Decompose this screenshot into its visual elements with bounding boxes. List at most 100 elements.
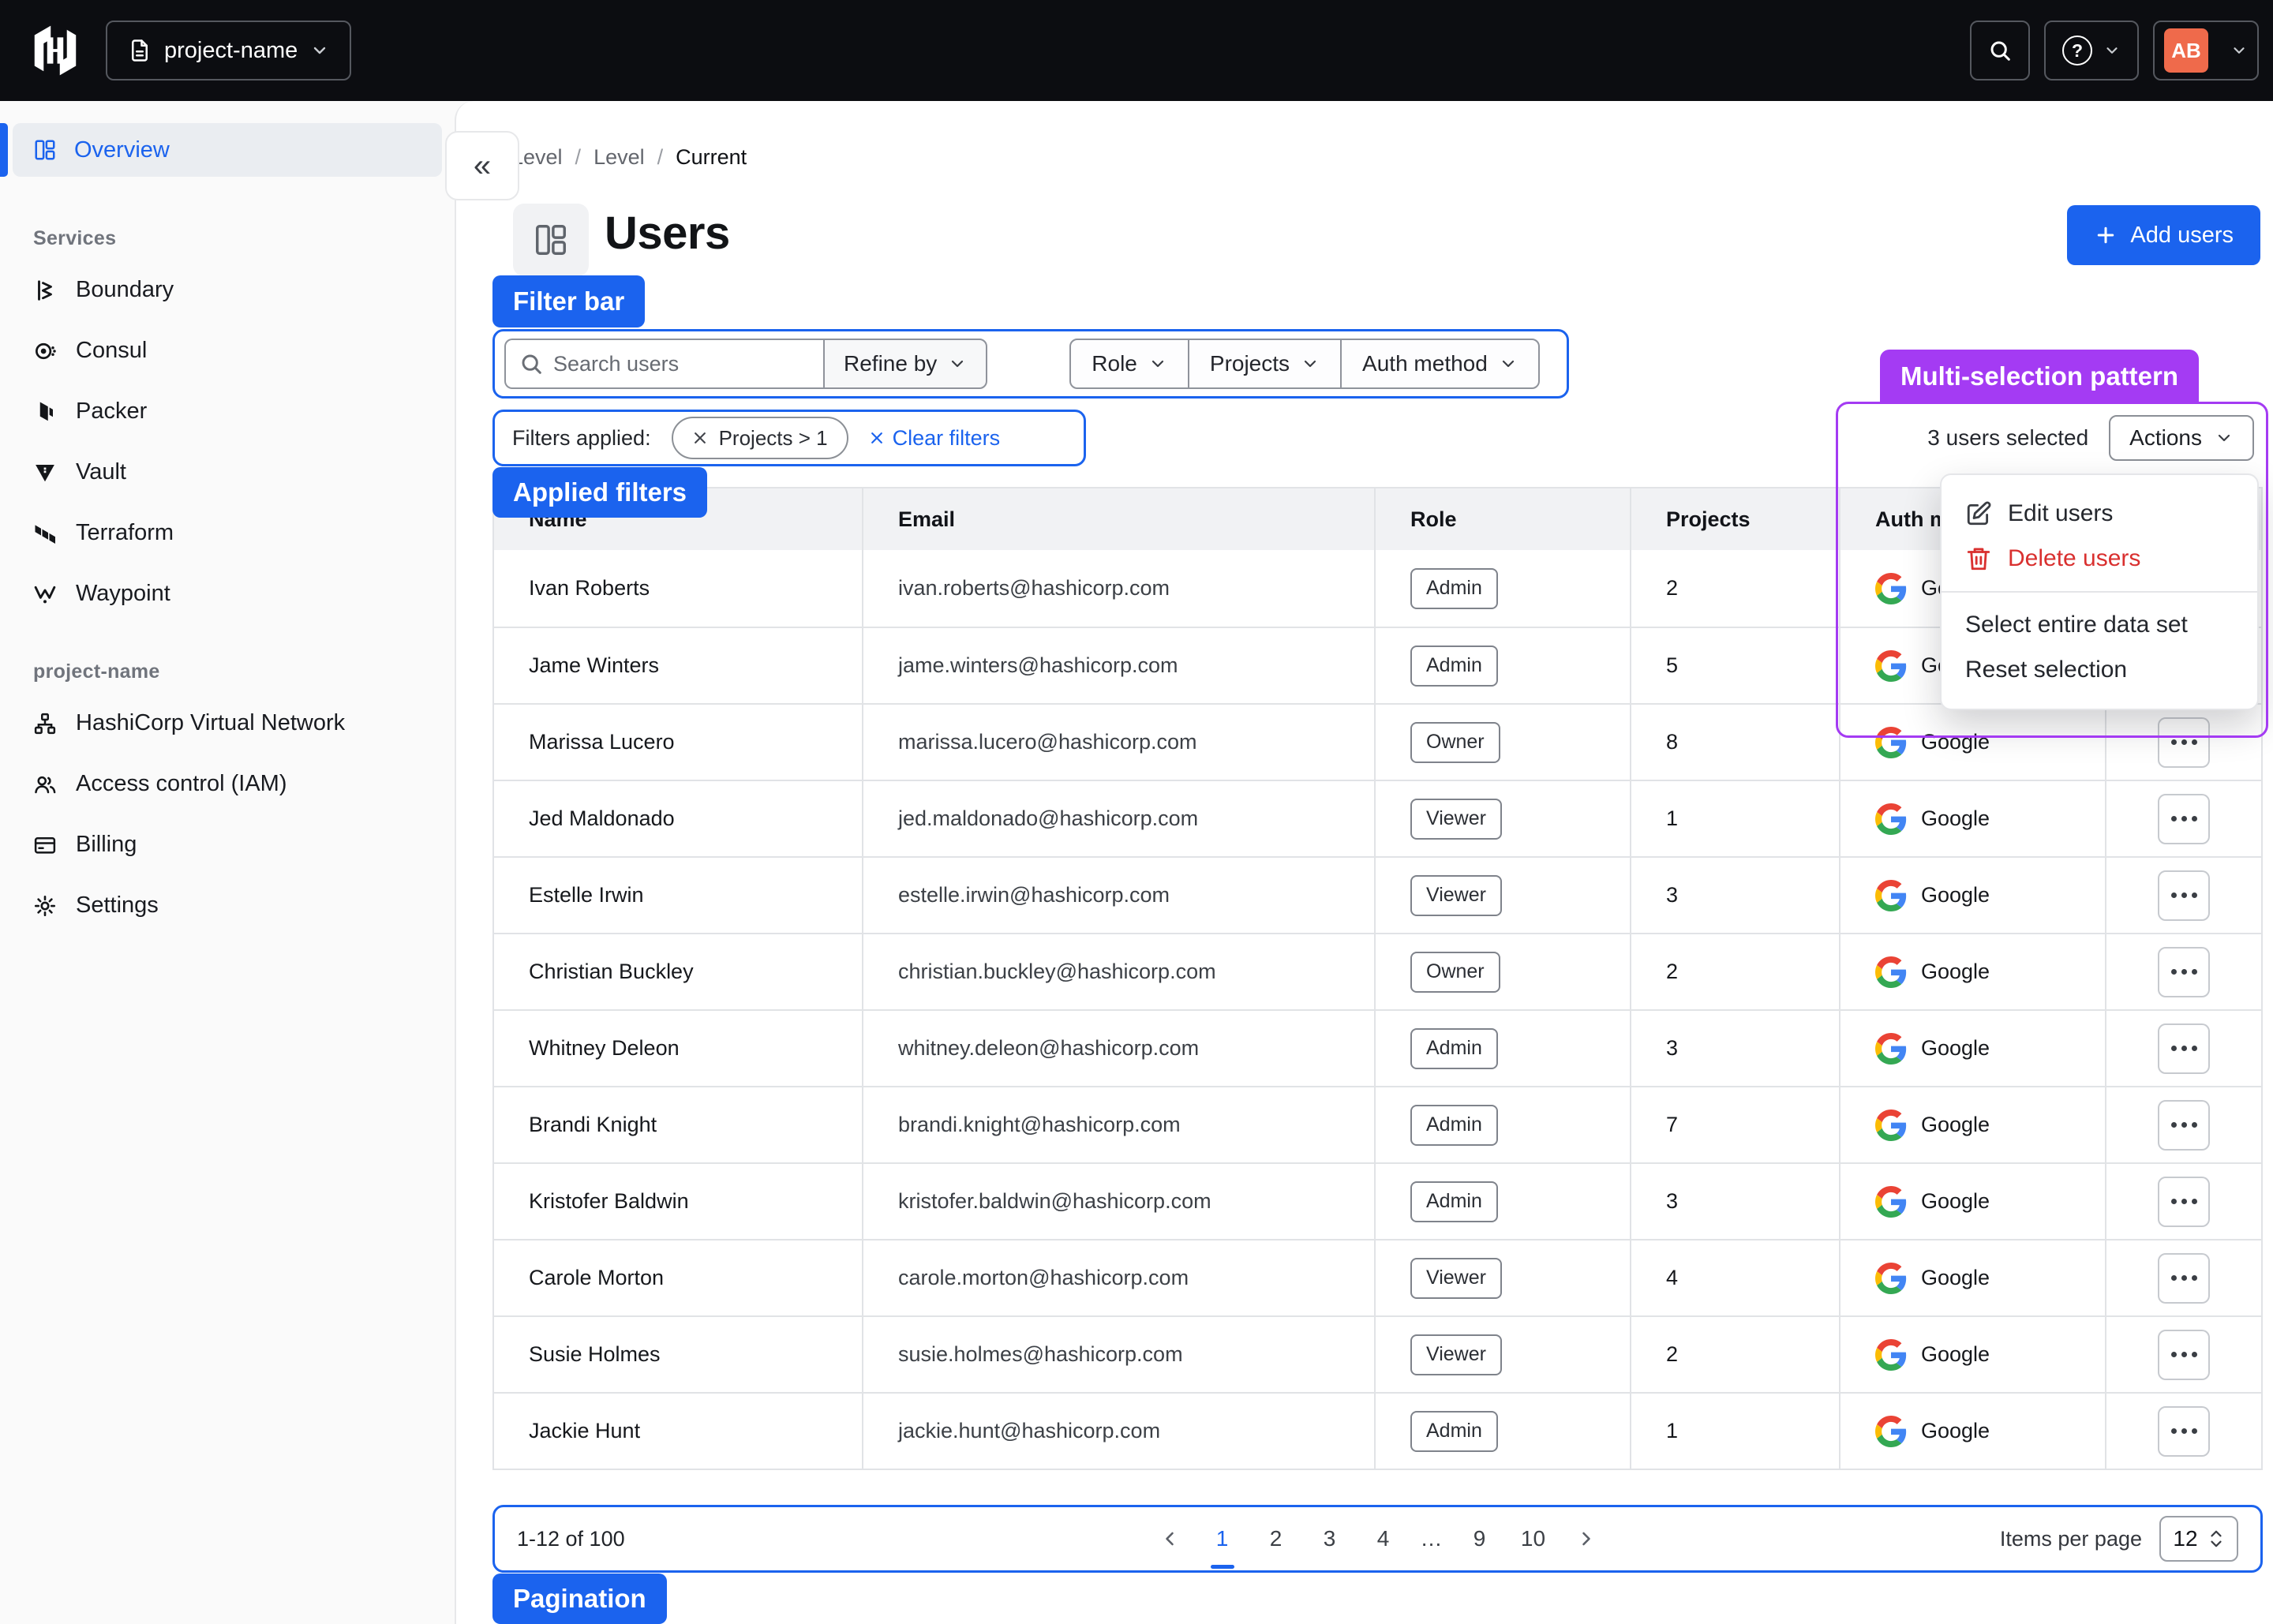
- filter-dropdown-group: Role Projects Auth method: [1069, 339, 1540, 389]
- chevron-left-icon: [1159, 1528, 1181, 1550]
- table-row: Marissa Lucero marissa.lucero@hashicorp.…: [494, 703, 2261, 780]
- terraform-icon: [33, 522, 57, 545]
- project-selector[interactable]: project-name: [106, 21, 351, 80]
- search-icon: [519, 351, 544, 376]
- row-actions-button[interactable]: [2158, 1253, 2210, 1304]
- role-badge: Viewer: [1410, 1334, 1502, 1375]
- user-name: Carole Morton: [494, 1240, 862, 1315]
- actions-label: Actions: [2129, 425, 2202, 451]
- projects-count: 5: [1630, 628, 1839, 703]
- help-menu-button[interactable]: ?: [2044, 21, 2139, 80]
- sidebar-item-consul[interactable]: Consul: [0, 320, 455, 381]
- column-header-role[interactable]: Role: [1374, 488, 1630, 550]
- workspace: Overview Services Boundary Consul Packer…: [0, 101, 2273, 1624]
- add-users-button[interactable]: Add users: [2067, 205, 2260, 265]
- auth-method-value: Google: [1921, 1036, 1990, 1061]
- row-actions-button[interactable]: [2158, 1330, 2210, 1380]
- projects-count: 2: [1630, 550, 1839, 627]
- table-row: Whitney Deleon whitney.deleon@hashicorp.…: [494, 1009, 2261, 1086]
- items-per-page-select[interactable]: 12: [2159, 1516, 2238, 1562]
- column-header-projects[interactable]: Projects: [1630, 488, 1839, 550]
- sidebar-item-vault[interactable]: Vault: [0, 442, 455, 503]
- user-email: estelle.irwin@hashicorp.com: [862, 858, 1374, 933]
- page-button[interactable]: 4: [1362, 1515, 1405, 1562]
- user-name: Marissa Lucero: [494, 705, 862, 780]
- annotation-applied-filters: Applied filters: [492, 467, 707, 518]
- row-actions-button[interactable]: [2158, 1023, 2210, 1074]
- sidebar-item-boundary[interactable]: Boundary: [0, 260, 455, 320]
- hashicorp-logo-icon[interactable]: [30, 25, 81, 76]
- row-actions-button[interactable]: [2158, 870, 2210, 921]
- projects-filter-label: Projects: [1210, 351, 1290, 376]
- dashboard-icon: [533, 222, 569, 258]
- user-name: Ivan Roberts: [494, 550, 862, 627]
- clear-filters-button[interactable]: Clear filters: [869, 426, 1001, 451]
- user-email: susie.holmes@hashicorp.com: [862, 1317, 1374, 1392]
- role-filter-dropdown[interactable]: Role: [1071, 340, 1188, 387]
- sidebar-item-terraform[interactable]: Terraform: [0, 503, 455, 563]
- sidebar-item-label: Boundary: [76, 277, 174, 303]
- projects-count: 4: [1630, 1240, 1839, 1315]
- table-row: Susie Holmes susie.holmes@hashicorp.com …: [494, 1315, 2261, 1392]
- projects-count: 3: [1630, 1011, 1839, 1086]
- collapse-icon: «: [474, 148, 491, 184]
- page-button[interactable]: 1: [1201, 1515, 1244, 1562]
- menu-item-delete-users[interactable]: Delete users: [1942, 537, 2257, 582]
- actions-dropdown-button[interactable]: Actions: [2109, 415, 2254, 461]
- menu-item-select-entire-data-set[interactable]: Select entire data set: [1942, 602, 2257, 648]
- filters-applied-label: Filters applied:: [512, 426, 651, 451]
- google-icon: [1875, 803, 1907, 835]
- auth-method-filter-label: Auth method: [1362, 351, 1488, 376]
- menu-item-reset-selection[interactable]: Reset selection: [1942, 648, 2257, 694]
- row-actions-button[interactable]: [2158, 947, 2210, 997]
- refine-by-dropdown[interactable]: Refine by: [823, 339, 987, 389]
- google-icon: [1875, 956, 1907, 988]
- table-row: Christian Buckley christian.buckley@hash…: [494, 933, 2261, 1009]
- projects-count: 7: [1630, 1087, 1839, 1162]
- google-icon: [1875, 1263, 1907, 1294]
- filter-chip[interactable]: Projects > 1: [672, 417, 848, 459]
- breadcrumb-link[interactable]: Level: [594, 145, 645, 170]
- column-header-email[interactable]: Email: [862, 488, 1374, 550]
- auth-method-filter-dropdown[interactable]: Auth method: [1340, 340, 1538, 387]
- user-name: Brandi Knight: [494, 1087, 862, 1162]
- project-selector-label: project-name: [164, 38, 298, 64]
- page-button[interactable]: 10: [1512, 1515, 1555, 1562]
- next-page-button[interactable]: [1566, 1515, 1607, 1562]
- breadcrumb-current: Current: [676, 145, 747, 170]
- breadcrumb-separator: /: [575, 145, 582, 170]
- row-actions-button[interactable]: [2158, 1406, 2210, 1457]
- google-icon: [1875, 1109, 1907, 1141]
- role-badge: Admin: [1410, 645, 1498, 687]
- sidebar-item-packer[interactable]: Packer: [0, 381, 455, 442]
- page-button[interactable]: 2: [1255, 1515, 1298, 1562]
- auth-method-value: Google: [1921, 960, 1990, 984]
- search-input[interactable]: [504, 339, 823, 389]
- sidebar-collapse-button[interactable]: «: [445, 131, 519, 200]
- global-search-button[interactable]: [1970, 21, 2030, 80]
- row-actions-button[interactable]: [2158, 794, 2210, 844]
- row-actions-button[interactable]: [2158, 1177, 2210, 1227]
- sidebar-item-billing[interactable]: Billing: [0, 814, 455, 875]
- account-menu-button[interactable]: AB: [2153, 21, 2259, 80]
- sidebar-item-settings[interactable]: Settings: [0, 875, 455, 936]
- google-icon: [1875, 1186, 1907, 1218]
- sidebar-item-access-control[interactable]: Access control (IAM): [0, 754, 455, 814]
- projects-count: 2: [1630, 934, 1839, 1009]
- row-actions-button[interactable]: [2158, 1100, 2210, 1151]
- sidebar-item-label: Vault: [76, 459, 126, 485]
- google-icon: [1875, 727, 1907, 758]
- projects-filter-dropdown[interactable]: Projects: [1188, 340, 1340, 387]
- row-actions-button[interactable]: [2158, 717, 2210, 768]
- sidebar-item-waypoint[interactable]: Waypoint: [0, 563, 455, 624]
- previous-page-button[interactable]: [1149, 1515, 1190, 1562]
- page-button[interactable]: 9: [1459, 1515, 1501, 1562]
- breadcrumb-separator: /: [657, 145, 664, 170]
- sidebar-item-hvn[interactable]: HashiCorp Virtual Network: [0, 693, 455, 754]
- menu-item-edit-users[interactable]: Edit users: [1942, 491, 2257, 537]
- sidebar-item-overview[interactable]: Overview: [13, 123, 442, 177]
- auth-method-value: Google: [1921, 1113, 1990, 1137]
- vault-icon: [33, 461, 57, 485]
- top-nav-bar: project-name ? AB: [0, 0, 2273, 101]
- page-button[interactable]: 3: [1309, 1515, 1351, 1562]
